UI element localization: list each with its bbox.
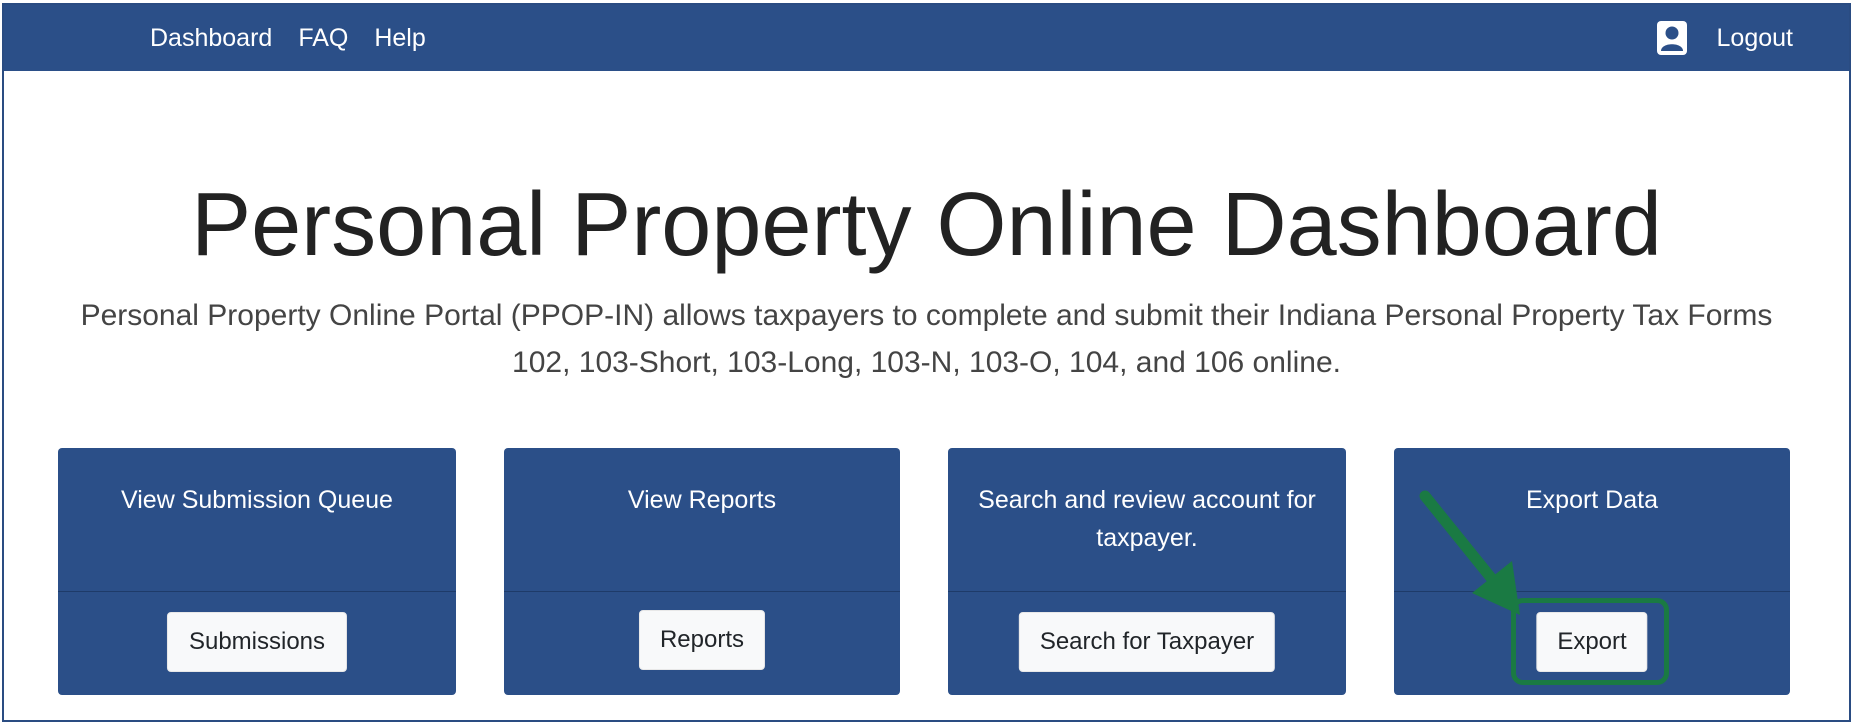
card-title: Export Data: [1525, 486, 1658, 514]
page-description: Personal Property Online Portal (PPOP-IN…: [80, 299, 1773, 379]
nav-help-link[interactable]: Help: [374, 24, 425, 53]
card-title: View Reports: [627, 486, 777, 514]
card-submission-queue: View Submission Queue Submissions: [58, 448, 456, 695]
submissions-button[interactable]: Submissions: [166, 612, 348, 672]
card-divider: [58, 591, 456, 592]
browser-frame: Dashboard FAQ Help Logout Personal Prope…: [2, 3, 1851, 722]
reports-button[interactable]: Reports: [638, 610, 766, 670]
logout-link[interactable]: Logout: [1717, 24, 1793, 53]
page-title: Personal Property Online Dashboard: [191, 175, 1662, 275]
card-divider: [1394, 591, 1790, 592]
nav-dashboard-link[interactable]: Dashboard: [150, 24, 272, 53]
user-icon[interactable]: [1656, 21, 1687, 55]
card-title: View Submission Queue: [121, 486, 393, 514]
export-highlight-box: [1511, 598, 1669, 685]
card-divider: [948, 591, 1346, 592]
card-divider: [504, 591, 900, 592]
nav-links: Dashboard FAQ Help: [150, 5, 426, 71]
top-navbar: Dashboard FAQ Help Logout: [4, 5, 1849, 71]
nav-faq-link[interactable]: FAQ: [298, 24, 348, 53]
nav-user-area: Logout: [1656, 5, 1793, 71]
card-view-reports: View Reports Reports: [504, 448, 900, 695]
search-for-taxpayer-button[interactable]: Search for Taxpayer: [1018, 612, 1276, 672]
card-title: Search and review account for taxpayer.: [978, 486, 1316, 552]
card-search-taxpayer: Search and review account for taxpayer. …: [948, 448, 1346, 695]
